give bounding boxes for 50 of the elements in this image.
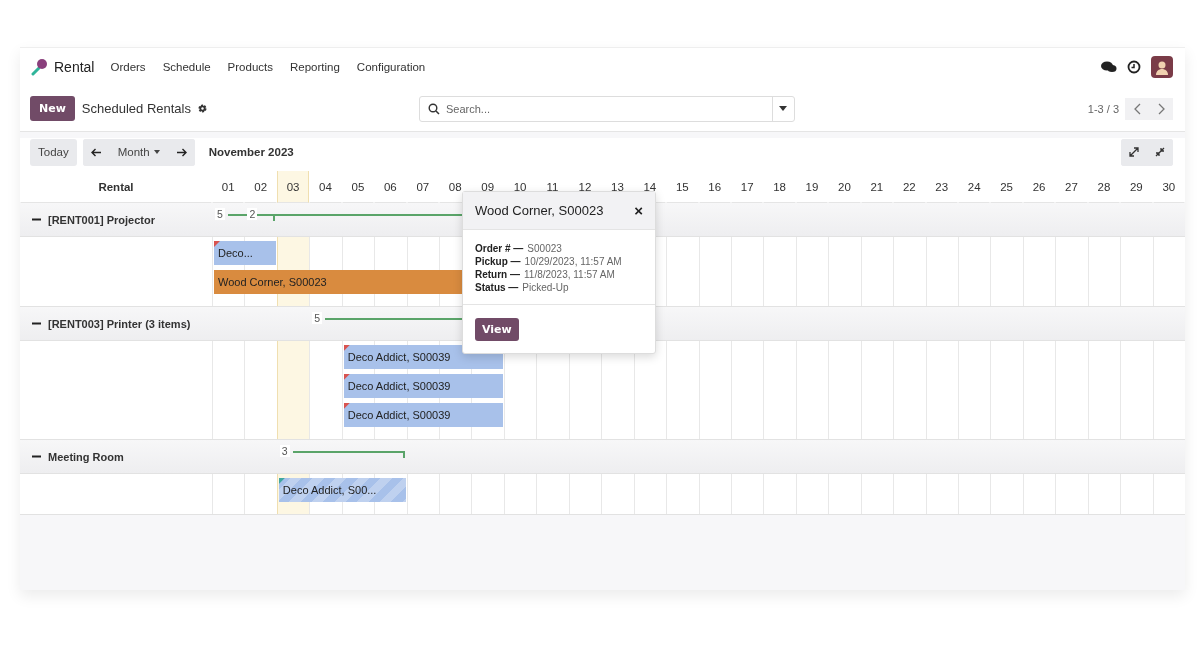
field-label: Pickup — — [475, 256, 521, 267]
group-title[interactable]: [RENT001] Projector — [48, 213, 155, 226]
arrow-left-icon — [90, 147, 102, 157]
clock-icon[interactable] — [1127, 60, 1141, 74]
search-icon — [428, 102, 440, 115]
new-button[interactable]: New — [30, 96, 75, 121]
availability-count: 2 — [247, 208, 258, 220]
group-title[interactable]: [RENT003] Printer (3 items) — [48, 317, 191, 330]
menu-item[interactable]: Schedule — [162, 61, 211, 73]
menu-item[interactable]: Configuration — [356, 61, 426, 73]
key-logo-icon — [30, 58, 48, 76]
field-label: Return — — [475, 269, 520, 280]
close-button[interactable]: × — [634, 202, 643, 219]
pager-counter: 1-3 / 3 — [1087, 102, 1119, 115]
field-value: 11/8/2023, 11:57 AM — [524, 269, 615, 280]
user-avatar[interactable] — [1151, 56, 1173, 78]
settings-icon[interactable] — [197, 103, 208, 114]
chat-icon[interactable] — [1101, 60, 1117, 74]
day-header: 03 — [276, 171, 310, 203]
chevron-left-icon — [1133, 102, 1141, 115]
search-input[interactable]: Search... — [440, 101, 772, 116]
menu-item[interactable]: Reporting — [290, 61, 340, 73]
arrow-right-icon — [175, 147, 187, 157]
today-button[interactable]: Today — [30, 138, 77, 166]
page-title: Scheduled Rentals — [81, 101, 191, 116]
field-label: Status — — [475, 282, 519, 293]
group-title[interactable]: Meeting Room — [48, 450, 124, 463]
collapse-icon — [1155, 147, 1165, 157]
availability-count: 5 — [215, 208, 225, 220]
field-value: Picked-Up — [522, 282, 569, 293]
rental-bar[interactable]: Deco... — [214, 241, 276, 265]
rental-bar[interactable]: Deco Addict, S00... — [278, 478, 406, 502]
rental-bar[interactable]: Deco Addict, S00039 — [343, 403, 503, 427]
caret-icon — [153, 150, 160, 154]
expand-icon — [1129, 147, 1139, 157]
period-label: November 2023 — [208, 146, 294, 158]
popover-title: Wood Corner, S00023 — [475, 203, 604, 218]
field-value: 10/29/2023, 11:57 AM — [524, 256, 622, 267]
rental-bar[interactable]: Deco Addict, S00039 — [343, 345, 503, 369]
search-field[interactable]: Search... — [419, 95, 795, 122]
availability-count: 5 — [312, 312, 323, 324]
menu-item[interactable]: Orders — [110, 61, 146, 73]
field-label: Order # — — [475, 243, 524, 254]
chevron-right-icon — [1157, 102, 1165, 115]
field-value: S00023 — [527, 243, 562, 254]
menu-item[interactable]: Products — [227, 61, 273, 73]
view-button[interactable]: View — [475, 318, 519, 341]
availability-count: 3 — [279, 445, 290, 457]
app-name[interactable]: Rental — [54, 59, 95, 75]
rental-bar[interactable]: Deco Addict, S00039 — [343, 374, 503, 398]
